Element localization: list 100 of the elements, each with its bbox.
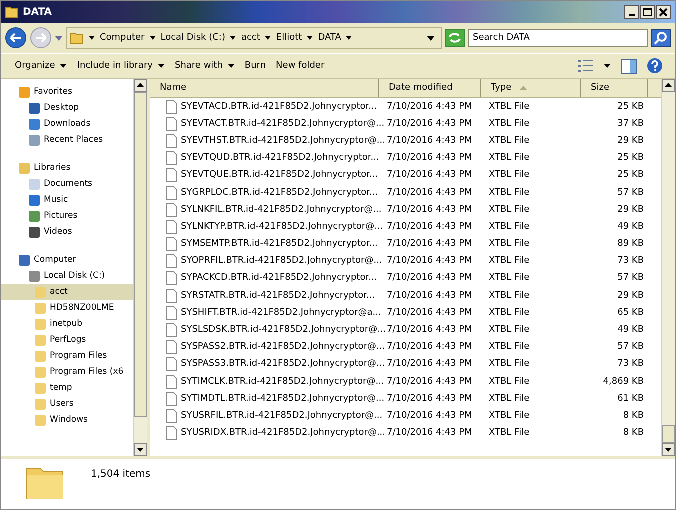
type-cell-text: XTBL File — [488, 428, 531, 438]
toolbar-button[interactable]: New folder — [276, 59, 325, 73]
scroll-thumb[interactable] — [662, 425, 675, 443]
toolbar-button[interactable]: Organize — [15, 59, 68, 73]
scroll-up-icon[interactable] — [134, 79, 147, 92]
file-name[interactable]: SYEVTQUE.BTR.id-421F85D2.Johnycryptor... — [181, 170, 378, 180]
breadcrumb[interactable]: acct — [241, 33, 260, 43]
sidebar-item[interactable]: Videos — [1, 224, 133, 240]
breadcrumb[interactable]: Elliott — [276, 33, 302, 43]
file-icon — [166, 202, 177, 217]
sidebar-item[interactable]: Favorites — [1, 84, 133, 100]
sidebar-item[interactable]: Documents — [1, 176, 133, 192]
search-field[interactable]: Search DATA — [468, 29, 648, 47]
view-list-icon[interactable] — [578, 59, 594, 73]
file-name[interactable]: SYEVTQUD.BTR.id-421F85D2.Johnycryptor... — [181, 153, 380, 164]
chevron-icon[interactable] — [265, 36, 272, 40]
refresh-icon — [448, 32, 462, 44]
type-cell-text: XTBL File — [488, 256, 531, 266]
scroll-down-icon[interactable] — [662, 443, 675, 456]
scroll-up-icon[interactable] — [662, 79, 675, 92]
chevron-icon[interactable] — [346, 36, 352, 40]
back-button[interactable] — [5, 27, 27, 49]
file-name[interactable]: SYOPRFIL.BTR.id-421F85D2.Johnycryptor@... — [181, 256, 382, 266]
toolbar-button[interactable]: Share with — [174, 59, 235, 73]
scrollbar[interactable] — [661, 79, 675, 456]
column-header[interactable]: Size — [581, 79, 648, 97]
sidebar-item[interactable]: Program Files (x6 — [1, 364, 133, 380]
dropdown-icon[interactable] — [427, 36, 435, 40]
sidebar-item[interactable]: Downloads — [1, 116, 133, 132]
sidebar-item[interactable]: Users — [1, 396, 133, 412]
address-bar[interactable]: Computer Local Disk (C:) acct Elliott DATA — [66, 27, 442, 49]
file-name[interactable]: SYUSRIDX.BTR.id-421F85D2.Johnycryptor@... — [181, 428, 386, 438]
file-name[interactable]: SYTIMDTL.BTR.id-421F85D2.Johnycryptor@... — [181, 394, 385, 404]
sidebar-item[interactable]: PerfLogs — [1, 332, 133, 348]
sort-arrow-icon — [520, 86, 527, 90]
file-name[interactable]: SYSPASS3.BTR.id-421F85D2.Johnycryptor@... — [181, 359, 386, 370]
help-icon[interactable] — [647, 58, 663, 74]
close-button[interactable] — [656, 5, 671, 19]
column-header[interactable]: Type — [481, 79, 581, 97]
size-cell-text: 25 KB — [616, 153, 645, 164]
chevron-icon[interactable] — [230, 36, 236, 40]
scroll-down-icon[interactable] — [134, 443, 147, 456]
scroll-thumb[interactable] — [134, 92, 147, 417]
file-icon — [166, 408, 177, 423]
size-cell-text: 29 KB — [616, 136, 645, 146]
sidebar-item[interactable]: Recent Places — [1, 132, 133, 148]
sidebar-item[interactable]: HD58NZ00LME — [1, 300, 133, 316]
sidebar-item[interactable]: Libraries — [1, 160, 133, 176]
refresh-button[interactable] — [445, 29, 465, 47]
file-icon — [166, 340, 177, 354]
file-name[interactable]: SYEVTHST.BTR.id-421F85D2.Johnycryptor@... — [181, 136, 386, 146]
chevron-icon[interactable] — [307, 36, 314, 40]
size-cell-text: 57 KB — [616, 188, 645, 198]
preview-pane-icon[interactable] — [621, 58, 637, 74]
file-icon — [166, 288, 177, 303]
chevron-icon[interactable] — [150, 36, 156, 40]
file-name[interactable]: SYLNKFIL.BTR.id-421F85D2.Johnycryptor@... — [181, 204, 382, 215]
file-name[interactable]: SYEVTACD.BTR.id-421F85D2.Johnycryptor... — [181, 102, 378, 112]
file-name[interactable]: SYPACKCD.BTR.id-421F85D2.Johnycryptor... — [181, 273, 378, 284]
file-name[interactable]: SYSLSDSK.BTR.id-421F85D2.Johnycryptor@... — [181, 325, 386, 336]
sidebar-item[interactable]: Program Files — [1, 348, 133, 364]
caret-icon[interactable] — [55, 36, 63, 40]
dropdown-icon[interactable] — [604, 64, 611, 68]
column-header[interactable]: Date modified — [379, 79, 481, 97]
search-button[interactable] — [651, 29, 671, 47]
sidebar-item[interactable]: Desktop — [1, 100, 133, 116]
file-name[interactable]: SYRSTATR.BTR.id-421F85D2.Johnycryptor... — [181, 290, 376, 301]
sidebar-item[interactable]: Computer — [1, 252, 133, 268]
sidebar-item[interactable]: acct — [1, 284, 133, 300]
sidebar-item[interactable]: Pictures — [1, 208, 133, 224]
sidebar-item[interactable]: Music — [1, 192, 133, 208]
chevron-icon[interactable] — [89, 36, 95, 40]
type-cell-text: XTBL File — [488, 359, 531, 370]
toolbar-button[interactable]: Burn — [244, 59, 266, 73]
file-name[interactable]: SYMSEMTP.BTR.id-421F85D2.Johnycryptor... — [181, 239, 378, 250]
type-cell-text: XTBL File — [488, 102, 531, 112]
breadcrumb[interactable]: Local Disk (C:) — [160, 33, 226, 43]
maximize-button[interactable] — [640, 5, 655, 19]
sidebar-item[interactable]: temp — [1, 380, 133, 396]
file-name[interactable]: SYUSRFIL.BTR.id-421F85D2.Johnycryptor@... — [181, 410, 383, 421]
sidebar-item[interactable]: Windows — [1, 412, 133, 428]
sidebar-item[interactable]: inetpub — [1, 316, 133, 332]
file-name[interactable]: SYSPASS2.BTR.id-421F85D2.Johnycryptor@... — [181, 342, 386, 352]
date-cell-text: 7/10/2016 4:43 PM — [386, 290, 474, 301]
file-name[interactable]: SYGRPLOC.BTR.id-421F85D2.Johnycryptor... — [181, 188, 378, 198]
file-name[interactable]: SYSHIFT.BTR.id-421F85D2.Johnycryptor@a... — [181, 308, 382, 318]
sidebar-item[interactable]: Local Disk (C:) — [1, 268, 133, 284]
file-name[interactable]: SYTIMCLK.BTR.id-421F85D2.Johnycryptor@... — [181, 376, 384, 387]
file-name[interactable]: SYEVTACT.BTR.id-421F85D2.Johnycryptor@... — [181, 118, 385, 129]
breadcrumb[interactable]: DATA — [318, 33, 342, 43]
minimize-button[interactable] — [624, 5, 639, 19]
file-icon — [166, 254, 177, 268]
scrollbar[interactable] — [133, 79, 147, 456]
type-cell-text: XTBL File — [488, 394, 531, 404]
breadcrumb[interactable]: Computer — [100, 33, 145, 43]
toolbar-button[interactable]: Include in library — [77, 59, 165, 73]
file-name[interactable]: SYLNKTYP.BTR.id-421F85D2.Johnycryptor@... — [181, 222, 384, 232]
size-cell-text: 89 KB — [616, 239, 645, 250]
caret-icon — [228, 64, 235, 68]
column-header[interactable]: Name — [150, 79, 379, 97]
